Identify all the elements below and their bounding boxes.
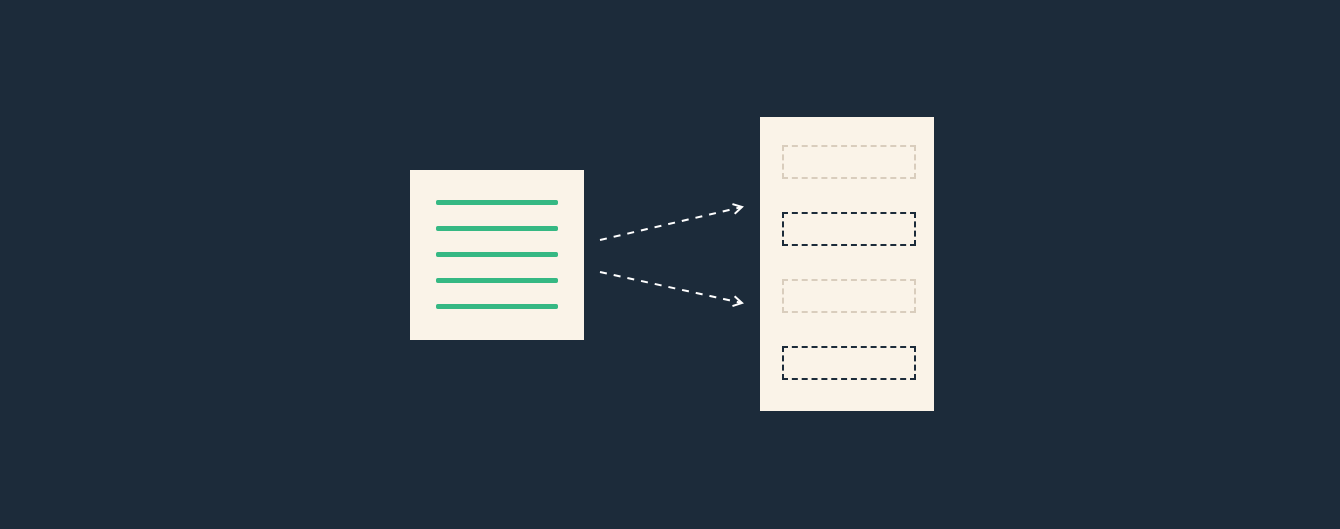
arrow-2 [0,0,1340,529]
source-line-4 [436,278,558,283]
diagram-stage: { "background": "#1c2b3a", "source_docum… [0,0,1340,529]
arrow-2-line [600,272,742,303]
target-slot-1 [782,145,916,179]
target-slot-2 [782,212,916,246]
source-line-2 [436,226,558,231]
source-line-3 [436,252,558,257]
arrow-1-head [732,204,742,214]
arrow-2-head [732,296,742,306]
target-document [760,117,934,411]
source-document [410,170,584,340]
target-slot-3 [782,279,916,313]
arrow-1-line [600,207,742,240]
target-slot-4 [782,346,916,380]
source-line-5 [436,304,558,309]
source-line-1 [436,200,558,205]
arrow-1 [0,0,1340,529]
